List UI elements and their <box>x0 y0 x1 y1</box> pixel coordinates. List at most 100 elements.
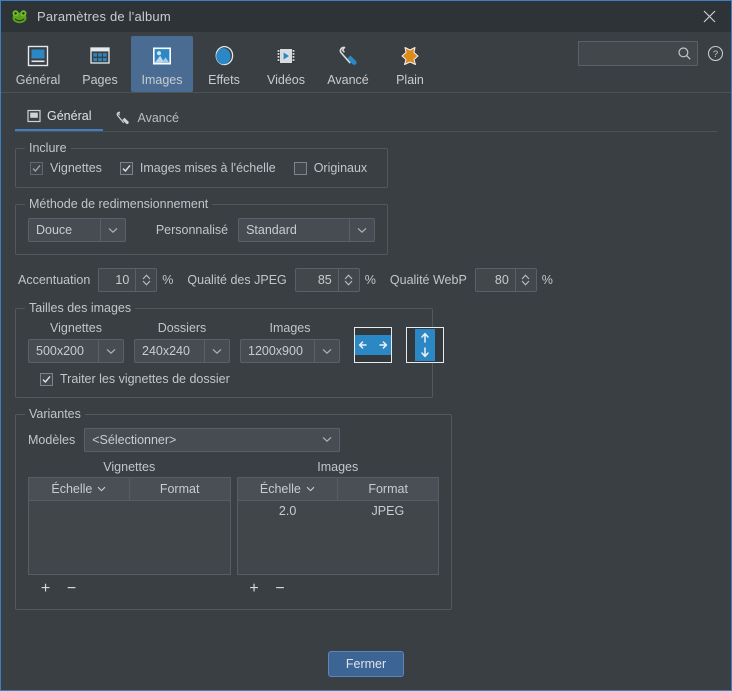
toolbar-item-effects[interactable]: Effets <box>193 36 255 92</box>
remove-variant-button[interactable]: − <box>272 581 289 598</box>
column-header-scale[interactable]: Échelle <box>237 477 339 500</box>
settings-content: Général Avancé Inclure Vignettes Images … <box>1 93 731 638</box>
tab-advanced[interactable]: Avancé <box>103 102 190 131</box>
checkbox-box <box>293 161 307 175</box>
chevron-down-icon <box>97 486 106 491</box>
images-icon <box>149 41 175 71</box>
jpeg-quality-label: Qualité des JPEG <box>187 273 287 287</box>
add-variant-button[interactable]: + <box>246 581 263 598</box>
dialog-footer: Fermer <box>1 638 731 690</box>
landscape-ratio-button[interactable] <box>354 327 392 363</box>
variants-table-caption: Vignettes <box>103 459 156 474</box>
cell-scale: 2.0 <box>278 504 297 518</box>
toolbar-item-images[interactable]: Images <box>131 36 193 92</box>
wrench-icon <box>335 41 361 71</box>
portrait-ratio-button[interactable] <box>406 327 444 363</box>
toolbar-label: Vidéos <box>267 73 305 87</box>
sharpen-stepper[interactable]: 10 <box>98 268 158 292</box>
image-size-value: 1200x900 <box>248 344 303 358</box>
sharpen-value: 10 <box>115 273 130 287</box>
jpeg-quality-unit: % <box>364 273 376 287</box>
variants-thumbnails-actions: + − <box>28 581 231 598</box>
webp-quality-value: 80 <box>494 273 509 287</box>
thumbnail-size-value: 500x200 <box>36 344 84 358</box>
remove-variant-button[interactable]: − <box>63 581 80 598</box>
tab-label: Général <box>47 109 92 123</box>
folder-size-select[interactable]: 240x240 <box>134 339 230 363</box>
chevron-down-icon <box>315 429 339 451</box>
checkbox-label: Images mises à l'échelle <box>139 161 276 175</box>
custom-preset-value: Standard <box>246 223 297 237</box>
checkbox-vignettes[interactable]: Vignettes <box>30 161 102 175</box>
checkbox-scaled-images[interactable]: Images mises à l'échelle <box>119 161 276 175</box>
sub-tab-bar: Général Avancé <box>15 102 717 131</box>
toolbar-label: Plain <box>396 73 424 87</box>
column-header-label: Format <box>159 481 200 496</box>
table-row[interactable]: 2.0 JPEG <box>238 501 439 522</box>
table-body[interactable]: 2.0 JPEG <box>237 500 439 574</box>
cell-format: JPEG <box>371 504 405 518</box>
help-icon[interactable]: ? <box>703 42 727 66</box>
close-button[interactable]: Fermer <box>328 651 404 677</box>
album-settings-window: Paramètres de l'album Général Pages Imag… <box>0 0 732 691</box>
table-body[interactable] <box>29 500 230 574</box>
chevron-down-icon <box>99 219 125 241</box>
close-icon[interactable] <box>687 1 731 32</box>
landscape-ratio-icon <box>355 329 391 361</box>
toolbar-label: Effets <box>208 73 240 87</box>
stepper-arrows-icon[interactable] <box>514 269 536 291</box>
chevron-down-icon <box>306 486 315 491</box>
wrench-tab-icon <box>115 111 131 125</box>
variants-images-panel: Images Échelle Format 2.0 JPEG + − <box>236 460 440 598</box>
search-input[interactable] <box>578 41 698 66</box>
table-header-row: Échelle Format <box>237 477 438 501</box>
webp-quality-stepper[interactable]: 80 <box>474 268 537 292</box>
checkbox-box <box>119 161 133 175</box>
toolbar-item-pages[interactable]: Pages <box>69 36 131 92</box>
resize-method-value: Douce <box>36 223 73 237</box>
thumbnail-size-select[interactable]: 500x200 <box>28 339 124 363</box>
column-header-format[interactable]: Format <box>129 477 230 500</box>
checkbox-originals[interactable]: Originaux <box>293 161 367 175</box>
column-header-format[interactable]: Format <box>338 477 438 500</box>
tab-general[interactable]: Général <box>15 102 104 131</box>
resize-method-group-title: Méthode de redimensionnement <box>25 197 213 211</box>
window-title: Paramètres de l'album <box>37 9 171 24</box>
general-tab-icon <box>27 109 41 123</box>
image-size-select[interactable]: 1200x900 <box>240 339 340 363</box>
size-col-thumbnails: Vignettes 500x200 <box>28 321 124 363</box>
portrait-ratio-icon <box>407 329 443 361</box>
stepper-arrows-icon[interactable] <box>135 269 156 291</box>
chevron-down-icon <box>349 219 374 241</box>
stepper-arrows-icon[interactable] <box>337 269 359 291</box>
size-col-header: Vignettes <box>50 321 102 335</box>
search-icon <box>678 47 691 60</box>
variants-group: Variantes Modèles <Sélectionner> Vignett… <box>15 406 452 610</box>
variants-images-actions: + − <box>237 581 440 598</box>
checkbox-folder-thumbnails[interactable]: Traiter les vignettes de dossier <box>40 372 230 386</box>
jpeg-quality-stepper[interactable]: 85 <box>294 268 360 292</box>
frog-icon <box>12 10 27 24</box>
custom-label: Personnalisé <box>155 223 229 237</box>
general-icon <box>25 41 51 71</box>
toolbar-item-videos[interactable]: Vidéos <box>255 36 317 92</box>
size-col-images: Images 1200x900 <box>240 321 340 363</box>
toolbar-item-general[interactable]: Général <box>7 36 69 92</box>
variants-thumbnails-panel: Vignettes Échelle Format + − <box>28 460 231 598</box>
column-header-label: Échelle <box>259 481 301 496</box>
models-select[interactable]: <Sélectionner> <box>84 427 341 452</box>
add-variant-button[interactable]: + <box>37 581 54 598</box>
sharpen-label: Accentuation <box>18 273 91 287</box>
column-header-scale[interactable]: Échelle <box>29 477 130 500</box>
toolbar-item-advanced[interactable]: Avancé <box>317 36 379 92</box>
toolbar-label: Général <box>15 73 61 87</box>
toolbar-item-plain[interactable]: Plain <box>379 36 441 92</box>
image-sizes-group-title: Tailles des images <box>25 301 136 315</box>
resize-method-select[interactable]: Douce <box>28 218 126 242</box>
toolbar-label: Images <box>141 73 183 87</box>
effects-icon <box>211 41 237 71</box>
custom-preset-select[interactable]: Standard <box>238 218 375 242</box>
sub-tab-divider <box>15 131 717 132</box>
jpeg-quality-value: 85 <box>317 273 332 287</box>
svg-text:?: ? <box>712 49 717 60</box>
